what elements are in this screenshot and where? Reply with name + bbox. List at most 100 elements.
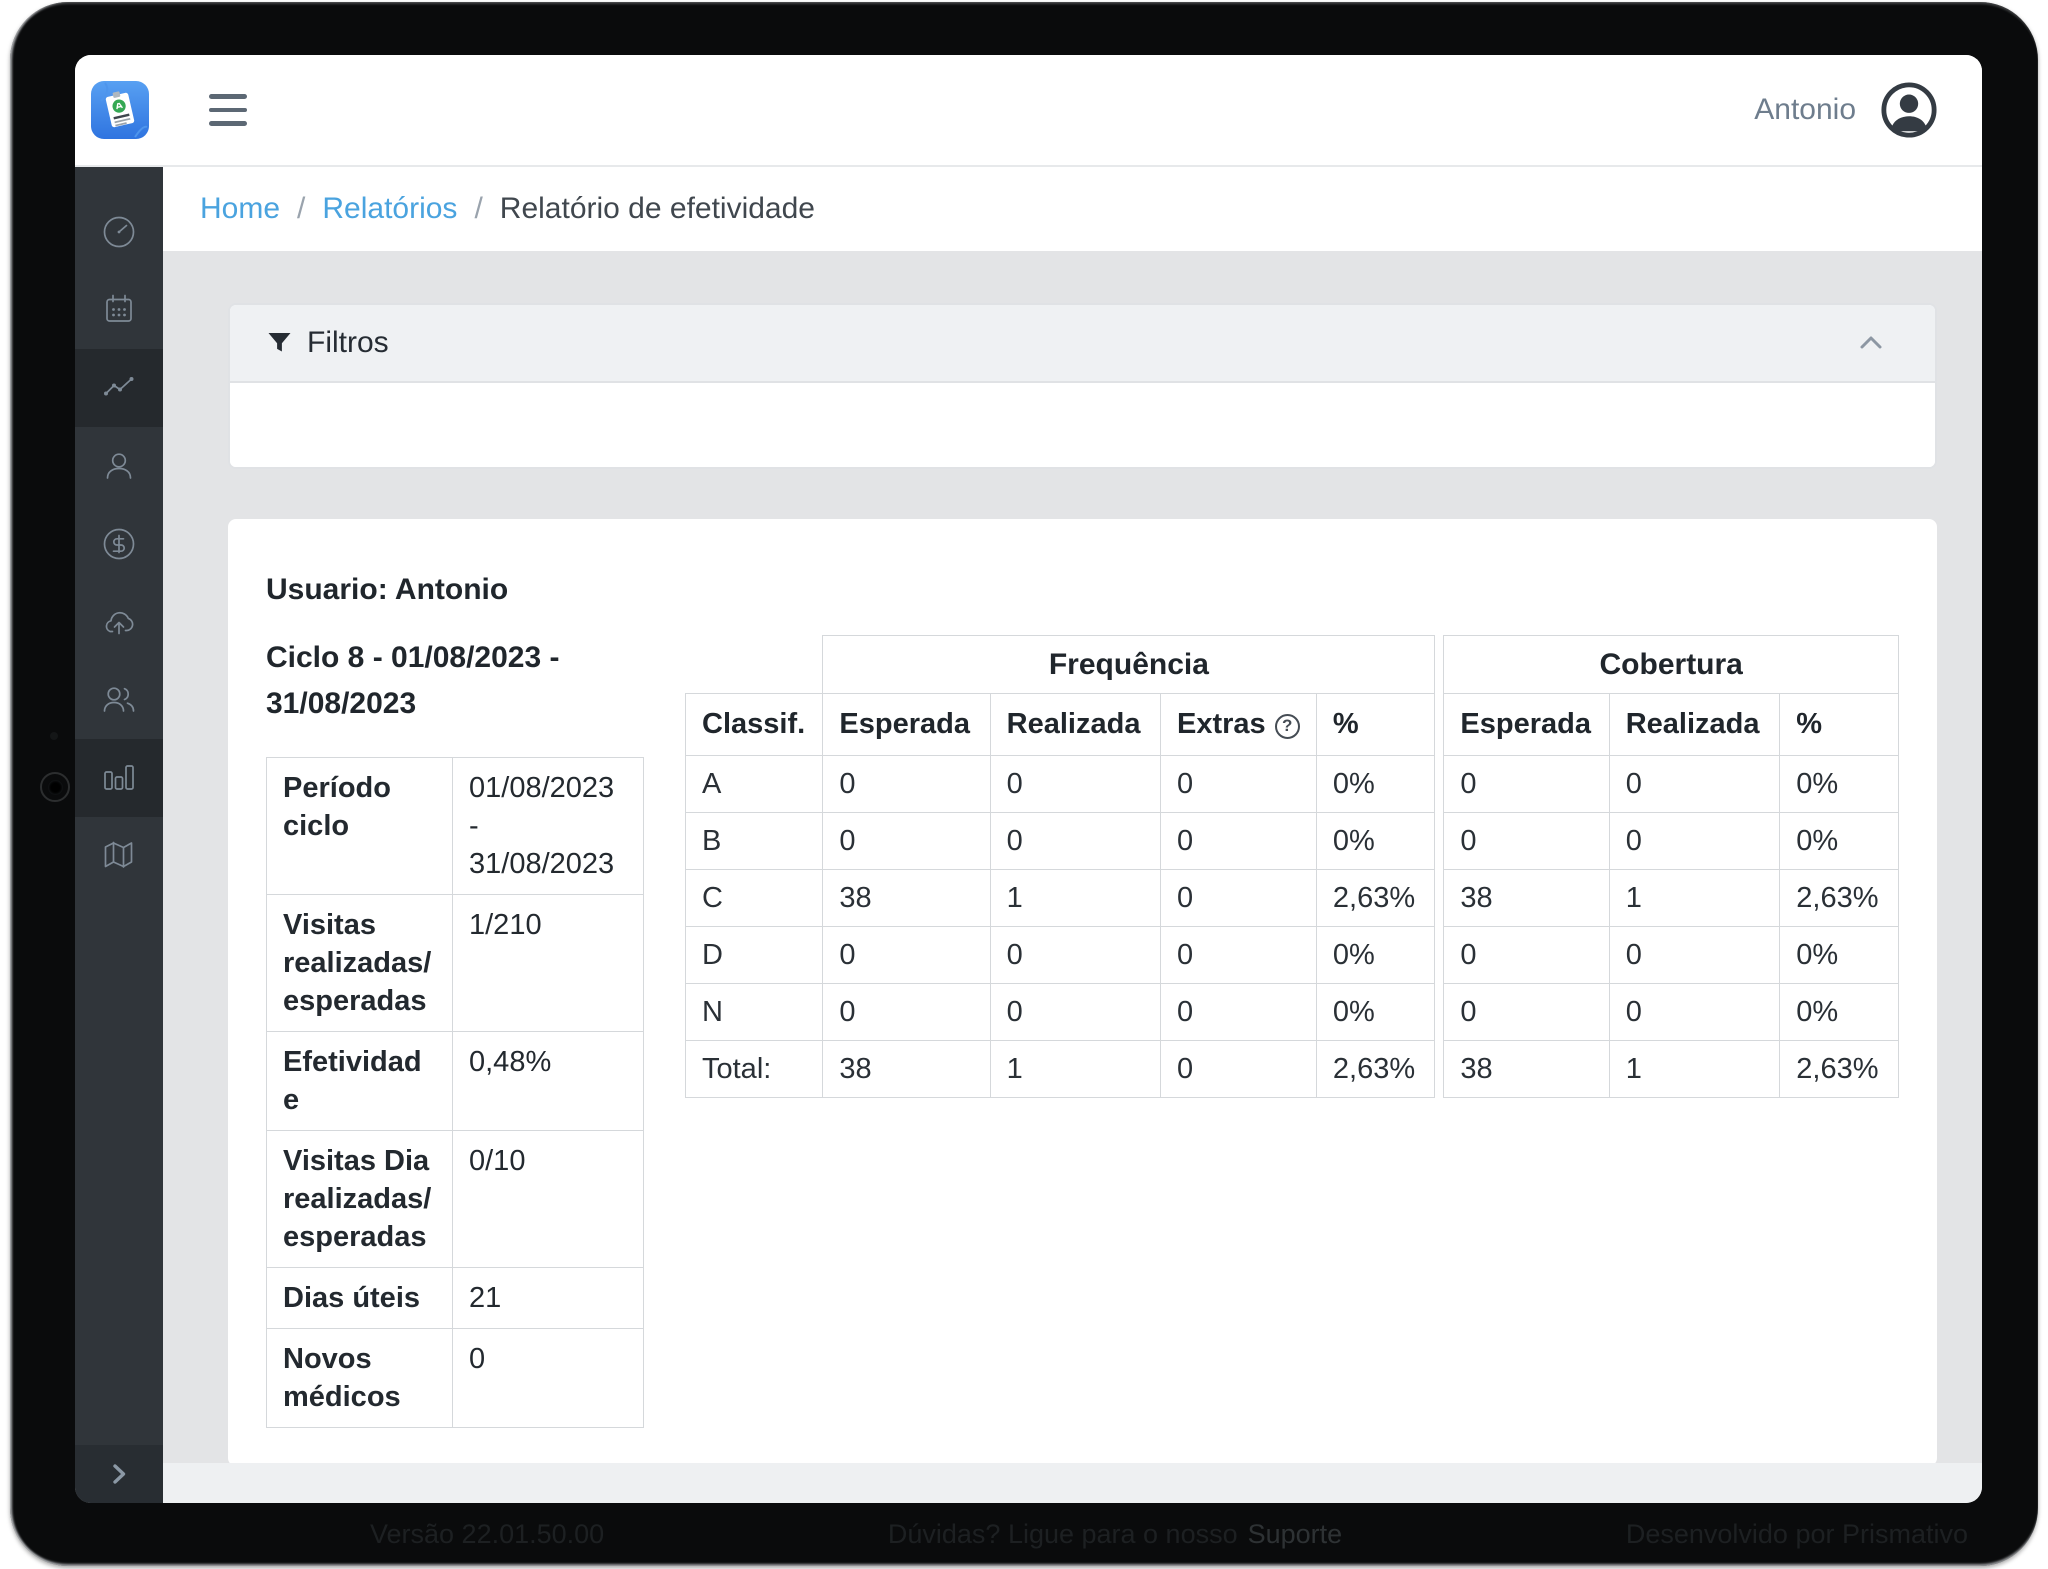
sidebar-item-map[interactable] — [75, 817, 163, 895]
sidebar-item-clients[interactable] — [75, 427, 163, 505]
sidebar-item-statistics[interactable] — [75, 739, 163, 817]
calendar-icon — [106, 294, 132, 322]
data-cell: 0% — [1779, 812, 1899, 870]
support-label: Dúvidas? Ligue para o nosso Suporte — [887, 1519, 1343, 1549]
info-row: Visitas realizadas/esperadas 1/210 — [266, 894, 644, 1032]
app-screen: Antonio Home / Relatórios / Relatório de… — [75, 55, 1982, 1503]
data-cell: 0 — [1160, 983, 1317, 1041]
column-header: Realizada — [989, 693, 1162, 756]
breadcrumb-home[interactable]: Home — [200, 192, 280, 226]
breadcrumb-separator: / — [297, 192, 306, 225]
filters-label: Filtros — [307, 326, 389, 359]
sidebar-item-sync[interactable] — [75, 583, 163, 661]
data-cell: 0 — [822, 926, 991, 984]
user-icon — [106, 453, 132, 479]
sidebar-item-reports[interactable] — [75, 349, 163, 427]
data-cell: 0 — [1160, 869, 1317, 927]
report-card: Usuario: Antonio Ciclo 8 - 01/08/2023 - … — [228, 519, 1937, 1463]
info-label-cell: Período ciclo — [266, 757, 453, 895]
cobertura-group-header: Cobertura — [1443, 635, 1899, 694]
table-row: 0 0 0% — [1443, 812, 1899, 870]
funnel-icon — [266, 330, 293, 357]
app-logo-icon — [91, 81, 149, 139]
filters-toggle[interactable]: Filtros — [230, 305, 1935, 383]
table-row: 0 0 0% — [1443, 755, 1899, 813]
info-row: Período ciclo 01/08/2023 - 31/08/2023 — [266, 757, 644, 895]
data-cell: A — [684, 755, 824, 813]
sidebar-expand-button[interactable] — [75, 1445, 163, 1503]
data-cell: 0 — [1608, 926, 1781, 984]
info-value-cell: 01/08/2023 - 31/08/2023 — [452, 757, 644, 895]
data-cell: 2,63% — [1315, 869, 1436, 927]
data-cell: 0% — [1315, 812, 1436, 870]
menu-hamburger-icon[interactable] — [203, 88, 253, 132]
sidebar-item-finance[interactable] — [75, 505, 163, 583]
sidebar-item-dashboard[interactable] — [75, 193, 163, 271]
data-cell: 2,63% — [1779, 1040, 1899, 1098]
data-cell: D — [684, 926, 824, 984]
data-cell: 0 — [989, 812, 1162, 870]
info-label-cell: Dias úteis — [266, 1267, 453, 1329]
table-row: A 0 0 0 0% — [684, 755, 1436, 813]
gauge-icon — [103, 216, 135, 248]
data-cell: 0 — [989, 926, 1162, 984]
table-row: 0 0 0% — [1443, 983, 1899, 1041]
column-header: Realizada — [1608, 693, 1781, 756]
chevron-up-icon[interactable] — [1853, 325, 1889, 361]
column-header-extras: Extras? — [1160, 693, 1317, 756]
users-icon — [103, 687, 135, 712]
data-cell: 1 — [989, 1040, 1162, 1098]
data-cell: 0 — [1608, 755, 1781, 813]
data-cell: 0 — [1160, 755, 1317, 813]
breadcrumb-separator: / — [474, 192, 483, 225]
table-row: 38 1 2,63% — [1443, 1040, 1899, 1098]
main-area: Home / Relatórios / Relatório de efetivi… — [163, 167, 1982, 1503]
filters-body — [230, 383, 1935, 467]
sidebar-item-team[interactable] — [75, 661, 163, 739]
info-row: Dias úteis 21 — [266, 1267, 644, 1329]
column-header: % — [1779, 693, 1899, 756]
data-cell: 38 — [822, 1040, 991, 1098]
classif-column-header: Classif. — [684, 693, 824, 756]
column-header: Esperada — [1443, 693, 1610, 756]
data-cell: 0 — [1160, 812, 1317, 870]
info-label-cell: Novos médicos — [266, 1328, 453, 1428]
data-cell: 2,63% — [1779, 869, 1899, 927]
top-header: Antonio — [75, 55, 1982, 167]
data-cell: 0 — [822, 812, 991, 870]
data-cell: 0 — [1443, 755, 1610, 813]
data-cell: 0% — [1779, 926, 1899, 984]
data-cell: 0 — [989, 755, 1162, 813]
data-cell: 0% — [1315, 926, 1436, 984]
table-row: D 0 0 0 0% — [684, 926, 1436, 984]
data-cell: 0 — [822, 983, 991, 1041]
breadcrumb-relatorios[interactable]: Relatórios — [322, 192, 457, 226]
tablet-frame: Antonio Home / Relatórios / Relatório de… — [10, 2, 2038, 1566]
data-cell: 0 — [1443, 983, 1610, 1041]
info-value-cell: 0,48% — [452, 1031, 644, 1131]
data-cell: 0 — [822, 755, 991, 813]
report-user-heading: Usuario: Antonio — [266, 573, 509, 606]
report-cycle-heading: Ciclo 8 - 01/08/2023 - 31/08/2023 — [266, 641, 560, 720]
sidebar-item-agenda[interactable] — [75, 271, 163, 349]
user-avatar-icon[interactable] — [1880, 81, 1938, 139]
tablet-camera — [40, 772, 70, 802]
data-cell: 2,63% — [1315, 1040, 1436, 1098]
tablet-sensor-dot — [50, 732, 58, 740]
data-cell: 0% — [1315, 983, 1436, 1041]
cobertura-table: Cobertura Esperada Realizada % 000% 0 0 … — [1443, 635, 1899, 1098]
data-cell: 0% — [1779, 755, 1899, 813]
info-table: Período ciclo 01/08/2023 - 31/08/2023 Visi… — [266, 757, 644, 1428]
bar-chart-icon — [104, 765, 134, 790]
data-cell: 38 — [1443, 1040, 1610, 1098]
trend-chart-icon — [104, 377, 134, 396]
data-cell: 0 — [1160, 1040, 1317, 1098]
data-cell: 0 — [1608, 812, 1781, 870]
data-cell: 1 — [989, 869, 1162, 927]
info-row: Visitas Dia realizadas/esperadas 0/10 — [266, 1130, 644, 1268]
table-row: B 0 0 0 0% — [684, 812, 1436, 870]
frequencia-table: Frequência Classif. Esperada Realizada E… — [684, 635, 1436, 1098]
info-label-cell: Efetividade — [266, 1031, 453, 1131]
help-icon[interactable]: ? — [1274, 713, 1300, 739]
data-cell: B — [684, 812, 824, 870]
